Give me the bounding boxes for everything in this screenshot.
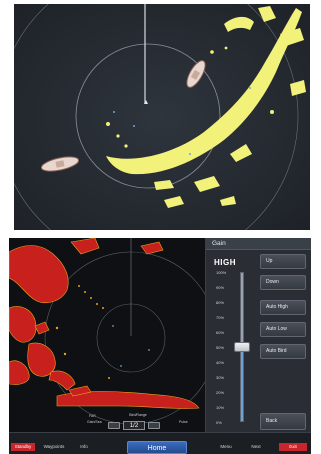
nav-menu-button[interactable]: Menu	[215, 443, 237, 451]
radar-view-top[interactable]	[14, 4, 310, 230]
gain-tick-label: 60%	[216, 330, 225, 335]
gain-slider-thumb[interactable]	[234, 342, 250, 352]
gain-auto-high-button[interactable]: Auto High	[260, 300, 306, 315]
range-label: Bird/Range	[129, 413, 147, 417]
gain-tick-label: 80%	[216, 300, 225, 305]
gain-title: Gain	[212, 240, 226, 247]
radar-app-screenshot: Bird/Range 1/2 FAR Gain/Sea Pulse Gain H…	[0, 0, 321, 454]
nav-waypoints-button[interactable]: Waypoints	[39, 443, 69, 451]
gain-slider-fill	[241, 347, 243, 421]
gain-level-label: HIGH	[214, 258, 236, 267]
nav-info-button[interactable]: Info	[73, 443, 95, 451]
pulse-label: Pulse	[179, 420, 188, 424]
gain-auto-bird-button[interactable]: Auto Bird	[260, 344, 306, 359]
gain-tick-label: 0%	[216, 420, 222, 425]
range-control: Bird/Range 1/2	[105, 413, 163, 431]
gain-tick-label: 20%	[216, 390, 225, 395]
gain-down-button[interactable]: Down	[260, 275, 306, 290]
nav-exit-button[interactable]: Exit	[279, 443, 307, 451]
bottom-nav-bar: Standby Waypoints Info Home Menu Next Ex…	[9, 432, 311, 454]
gain-up-button[interactable]: Up	[260, 254, 306, 269]
radar-sweep-top	[14, 4, 310, 230]
range-increase-button[interactable]	[148, 422, 160, 429]
gain-tick-label: 100%	[216, 270, 227, 275]
gain-tick-label: 90%	[216, 285, 225, 290]
gain-tick-label: 40%	[216, 360, 225, 365]
gain-tick-label: 70%	[216, 315, 225, 320]
nav-home-button[interactable]: Home	[127, 441, 187, 454]
far-label: FAR	[89, 414, 96, 418]
gain-sea-label: Gain/Sea	[87, 420, 102, 424]
back-button[interactable]: Back	[260, 413, 306, 430]
gain-tick-label: 50%	[216, 345, 225, 350]
gain-tick-label: 30%	[216, 375, 225, 380]
radar-view-bottom[interactable]: Bird/Range 1/2 FAR Gain/Sea Pulse	[9, 238, 205, 432]
nav-standby-button[interactable]: Standby	[11, 443, 35, 451]
radar-sweep-bottom	[9, 238, 205, 432]
radar-display-bottom: Bird/Range 1/2 FAR Gain/Sea Pulse Gain H…	[9, 238, 311, 454]
gain-panel: Gain HIGH 100% 90% 80% 70% 60% 50% 40% 30% 20% 10…	[205, 238, 311, 432]
range-decrease-button[interactable]	[108, 422, 120, 429]
nav-next-button[interactable]: Next	[245, 443, 267, 451]
range-value: 1/2	[123, 421, 145, 430]
gain-auto-low-button[interactable]: Auto Low	[260, 322, 306, 337]
gain-tick-label: 10%	[216, 405, 225, 410]
